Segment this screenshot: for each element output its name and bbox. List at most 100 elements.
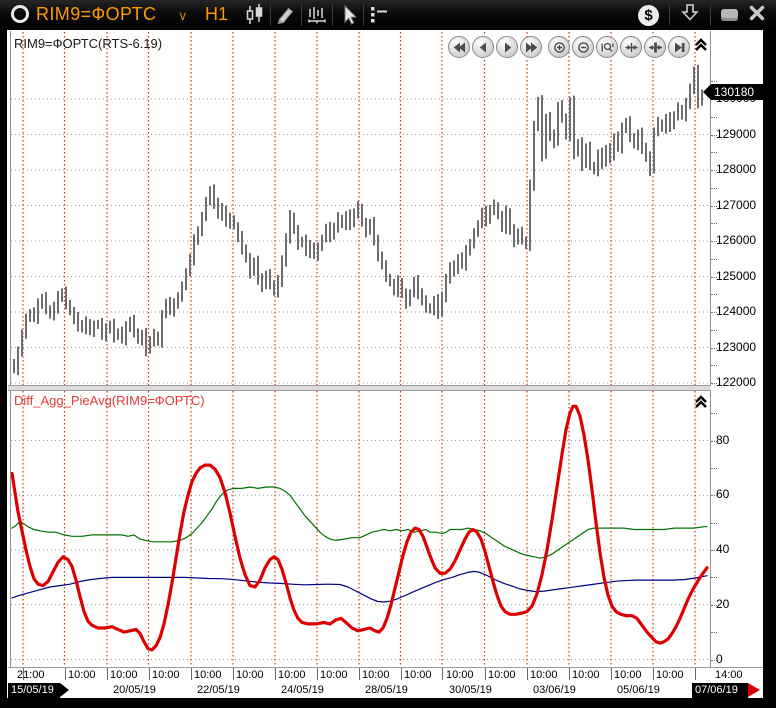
timeframe-label[interactable]: H1 bbox=[205, 4, 228, 25]
close-icon[interactable] bbox=[748, 4, 766, 27]
date-label: 24/05/19 bbox=[281, 684, 324, 696]
time-axis-tick bbox=[527, 668, 528, 680]
range-start-date-tag: 15/05/19 bbox=[8, 683, 60, 698]
cursor-tool-icon[interactable] bbox=[333, 2, 363, 28]
axis-minor-tick bbox=[711, 365, 717, 366]
price-axis-label: 123000 bbox=[716, 340, 756, 354]
date-label: 22/05/19 bbox=[197, 684, 240, 696]
time-label: 10:00 bbox=[656, 669, 684, 681]
time-axis-tick bbox=[149, 668, 150, 680]
time-axis-tick bbox=[485, 668, 486, 680]
download-icon[interactable] bbox=[680, 2, 700, 29]
time-label: 21:00 bbox=[17, 669, 45, 681]
scroll-right-button[interactable] bbox=[496, 36, 518, 58]
volume-profile-tool-icon[interactable] bbox=[302, 2, 332, 28]
zoom-auto-button[interactable] bbox=[596, 36, 618, 58]
axis-minor-tick bbox=[711, 660, 717, 661]
titlebar: RIM9=ФОРТС ∨ H1 $ bbox=[0, 0, 776, 30]
time-label: 10:00 bbox=[194, 669, 222, 681]
time-axis-border bbox=[8, 667, 763, 668]
time-label: 10:00 bbox=[152, 669, 180, 681]
axis-minor-tick bbox=[711, 206, 717, 207]
price-axis-label: 122000 bbox=[716, 375, 756, 389]
axis-minor-tick bbox=[711, 632, 717, 633]
scroll-left-button[interactable] bbox=[472, 36, 494, 58]
price-chart-plot[interactable] bbox=[11, 32, 710, 385]
draw-tool-icon[interactable] bbox=[271, 2, 301, 28]
controls-separator bbox=[669, 5, 670, 25]
axis-minor-tick bbox=[711, 550, 717, 551]
price-axis-label: 128000 bbox=[716, 162, 756, 176]
axis-minor-tick bbox=[711, 152, 717, 153]
chevron-down-icon[interactable]: ∨ bbox=[178, 8, 188, 24]
symbol-title[interactable]: RIM9=ФОРТС bbox=[36, 4, 156, 25]
axis-minor-tick bbox=[711, 312, 717, 313]
axis-minor-tick bbox=[711, 348, 717, 349]
price-panel-label: RIM9=ФОРТС(RTS-6.19) bbox=[14, 36, 162, 51]
axis-minor-tick bbox=[711, 170, 717, 171]
indicator-axis-label: 40 bbox=[716, 542, 729, 556]
indicator-plot[interactable] bbox=[11, 391, 710, 667]
chart-nav-bar bbox=[448, 36, 692, 58]
axis-minor-tick bbox=[711, 468, 717, 469]
price-axis-label: 124000 bbox=[716, 304, 756, 318]
axis-minor-tick bbox=[711, 294, 717, 295]
date-label: 20/05/19 bbox=[113, 684, 156, 696]
candlestick-tool-icon[interactable] bbox=[240, 2, 270, 28]
indicator-panel-label: Diff_Agg_PieAvg(RIM9=ФОРТС) bbox=[14, 393, 205, 408]
zoom-in-button[interactable] bbox=[548, 36, 570, 58]
time-label: 10:00 bbox=[488, 669, 516, 681]
time-label: 10:00 bbox=[572, 669, 600, 681]
window-controls: $ bbox=[638, 2, 766, 28]
axis-minor-tick bbox=[711, 135, 717, 136]
widen-bars-button[interactable] bbox=[644, 36, 666, 58]
axis-separator bbox=[710, 31, 711, 667]
date-label: 05/06/19 bbox=[617, 684, 660, 696]
axis-minor-tick bbox=[711, 188, 717, 189]
time-label: 10:00 bbox=[362, 669, 390, 681]
axis-minor-tick bbox=[711, 259, 717, 260]
axis-minor-tick bbox=[711, 117, 717, 118]
collapse-price-panel-icon[interactable] bbox=[693, 37, 709, 53]
last-price-tag: 130180 bbox=[711, 84, 763, 100]
time-label: 10:00 bbox=[278, 669, 306, 681]
date-label: 03/06/19 bbox=[533, 684, 576, 696]
price-axis-label: 127000 bbox=[716, 198, 756, 212]
panel-splitter[interactable] bbox=[8, 385, 711, 391]
time-label: 10:00 bbox=[446, 669, 474, 681]
narrow-bars-button[interactable] bbox=[620, 36, 642, 58]
axis-minor-tick bbox=[711, 383, 717, 384]
axis-minor-tick bbox=[711, 223, 717, 224]
time-axis-tick bbox=[442, 668, 443, 680]
scroll-page-left-button[interactable] bbox=[448, 36, 470, 58]
time-axis-tick bbox=[65, 668, 66, 680]
time-label: 10:00 bbox=[68, 669, 96, 681]
time-axis-tick bbox=[275, 668, 276, 680]
axis-minor-tick bbox=[711, 330, 717, 331]
axis-minor-tick bbox=[711, 605, 717, 606]
time-axis-tick bbox=[107, 668, 108, 680]
price-axis-label: 125000 bbox=[716, 269, 756, 283]
time-label: 10:00 bbox=[614, 669, 642, 681]
collapse-indicator-panel-icon[interactable] bbox=[693, 394, 709, 410]
scroll-page-right-button[interactable] bbox=[520, 36, 542, 58]
time-axis-tick bbox=[317, 668, 318, 680]
indicator-axis-label: 60 bbox=[716, 487, 729, 501]
date-label: 28/05/19 bbox=[365, 684, 408, 696]
chart-window: RIM9=ФОРТС ∨ H1 $ RIM9=ФОРТС(RTS-6.19) D… bbox=[0, 0, 776, 708]
zoom-out-button[interactable] bbox=[572, 36, 594, 58]
restore-icon[interactable] bbox=[721, 9, 738, 21]
levels-tool-icon[interactable] bbox=[364, 2, 394, 28]
axis-minor-tick bbox=[711, 277, 717, 278]
axis-minor-tick bbox=[711, 523, 717, 524]
price-axis-label: 126000 bbox=[716, 233, 756, 247]
range-start-arrow bbox=[60, 683, 69, 697]
axis-minor-tick bbox=[711, 441, 717, 442]
time-axis-tick bbox=[653, 668, 654, 680]
go-to-end-button[interactable] bbox=[668, 36, 690, 58]
price-axis-label: 129000 bbox=[716, 127, 756, 141]
currency-icon[interactable]: $ bbox=[638, 5, 659, 26]
time-label: 10:00 bbox=[236, 669, 264, 681]
range-end-arrow bbox=[748, 683, 760, 697]
indicator-axis-label: 20 bbox=[716, 597, 729, 611]
